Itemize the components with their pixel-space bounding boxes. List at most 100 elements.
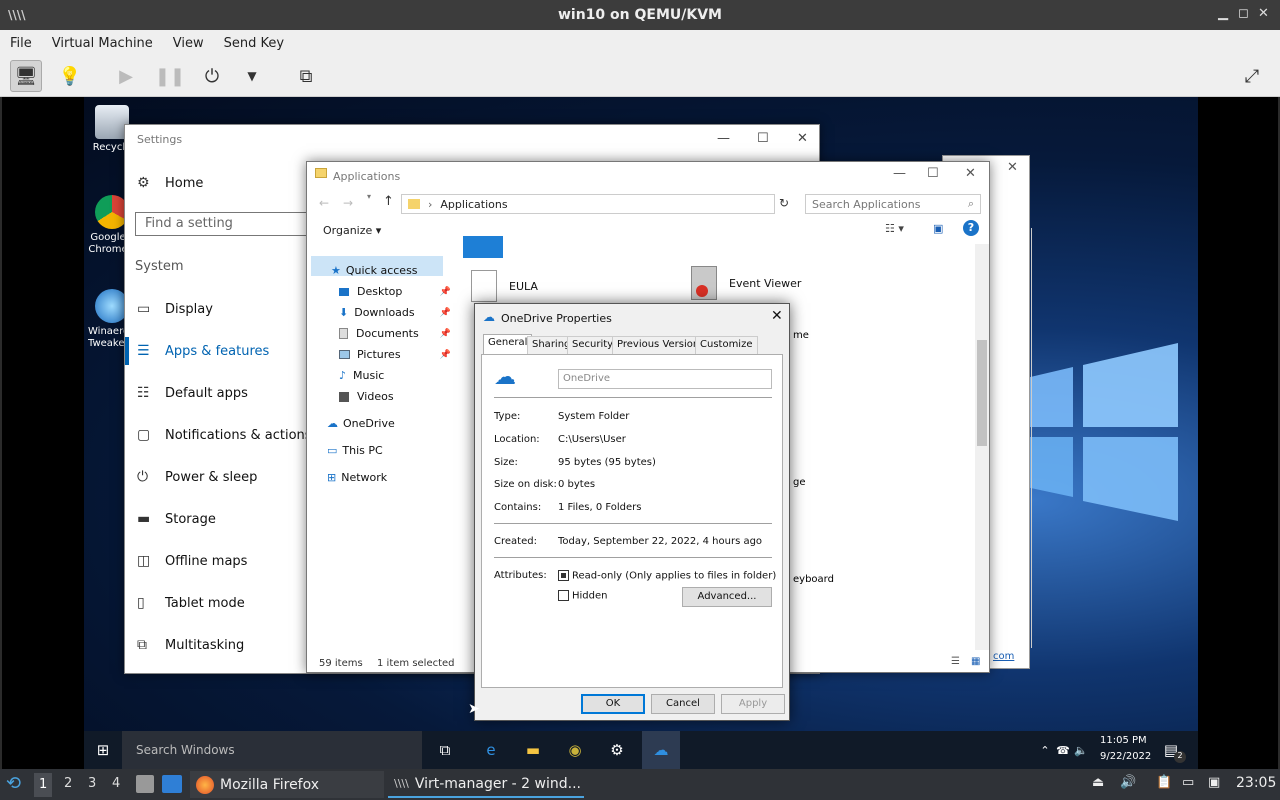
settings-item-notifications[interactable]: ▢ Notifications & actions (137, 427, 312, 443)
volume-icon[interactable]: 🔈 (1070, 739, 1092, 761)
menu-virtual-machine[interactable]: Virtual Machine (42, 36, 163, 51)
workspace-2[interactable]: 2 (64, 776, 72, 791)
recent-dropdown-icon[interactable]: ▾ (367, 192, 371, 201)
close-icon[interactable]: ✕ (1007, 160, 1018, 175)
refresh-icon[interactable]: ↻ (779, 196, 789, 210)
organize-button[interactable]: Organize ▾ (323, 224, 381, 237)
up-icon[interactable]: ↑ (383, 194, 394, 209)
guest-date[interactable]: 9/22/2022 (1100, 751, 1151, 762)
desktop-icon[interactable] (162, 775, 182, 793)
maximize-icon[interactable]: ☐ (757, 131, 769, 146)
eject-icon[interactable]: ⏏ (1092, 775, 1104, 790)
file-item-eula[interactable]: EULA (471, 270, 538, 302)
snapshots-icon[interactable]: ⧉ (290, 60, 322, 92)
file-manager-icon[interactable] (136, 775, 154, 793)
onedrive-taskbar-icon[interactable]: ☁ (642, 731, 680, 769)
winaero-icon[interactable]: ◉ (564, 739, 586, 761)
console-icon[interactable]: 🖥 (10, 60, 42, 92)
settings-item-default-apps[interactable]: ☷ Default apps (137, 385, 248, 401)
apply-button[interactable]: Apply (721, 694, 785, 714)
menu-file[interactable]: File (0, 36, 42, 51)
nav-this-pc[interactable]: ▭ This PC (313, 440, 451, 461)
menu-send-key[interactable]: Send Key (214, 36, 294, 51)
fullscreen-icon[interactable]: ⤢ (1236, 60, 1268, 92)
search-input[interactable]: Search Applications ⌕ (805, 194, 981, 214)
maximize-icon[interactable]: ◻ (1238, 6, 1249, 21)
address-bar[interactable]: › Applications (401, 194, 775, 214)
file-item-event-viewer[interactable]: Event Viewer (691, 266, 801, 300)
name-field[interactable]: OneDrive (558, 369, 772, 389)
network-icon[interactable]: ▣ (1208, 775, 1220, 790)
cancel-button[interactable]: Cancel (651, 694, 715, 714)
close-icon[interactable]: ✕ (1258, 6, 1269, 21)
advanced-button[interactable]: Advanced... (682, 587, 772, 607)
workspace-4[interactable]: 4 (112, 776, 120, 791)
tab-customize[interactable]: Customize (695, 336, 758, 354)
hidden-checkbox[interactable]: Hidden (558, 590, 607, 602)
nav-downloads[interactable]: ⬇ Downloads 📌 (313, 302, 451, 323)
nav-network[interactable]: ⊞ Network (313, 467, 451, 488)
ok-button[interactable]: OK (581, 694, 645, 714)
find-setting-input[interactable]: Find a setting (135, 212, 315, 236)
nav-music[interactable]: ♪ Music (313, 365, 451, 386)
details-view-icon[interactable]: ☰ (951, 656, 960, 667)
start-menu-icon[interactable]: ⟲ (6, 773, 21, 794)
guest-time[interactable]: 11:05 PM (1100, 735, 1147, 746)
guest-display[interactable]: Recycle Google Chrome Winaero Tweaker ✕ … (2, 97, 1278, 769)
back-icon[interactable]: ← (319, 196, 329, 210)
details-bulb-icon[interactable]: 💡 (54, 60, 86, 92)
minimize-icon[interactable]: ▁ (1218, 6, 1228, 21)
close-icon[interactable]: ✕ (771, 308, 783, 324)
volume-icon[interactable]: 🔊 (1120, 775, 1136, 790)
clipboard-icon[interactable]: 📋 (1156, 775, 1172, 790)
settings-item-power[interactable]: ⏻ Power & sleep (137, 469, 257, 485)
power-dropdown-icon[interactable]: ▼ (236, 60, 268, 92)
taskbar-virt-manager[interactable]: \\\\ Virt-manager - 2 wind... (388, 771, 584, 798)
preview-pane-icon[interactable]: ▣ (933, 222, 943, 235)
power-icon[interactable]: ⏻ (196, 60, 228, 92)
nav-videos[interactable]: Videos (313, 386, 451, 407)
settings-item-offline-maps[interactable]: ◫ Offline maps (137, 553, 247, 569)
onedrive-properties-dialog[interactable]: ☁ OneDrive Properties ✕ General Sharing … (474, 303, 790, 721)
tab-general[interactable]: General (483, 334, 533, 355)
settings-item-multitasking[interactable]: ⧉ Multitasking (137, 637, 244, 653)
nav-onedrive[interactable]: ☁ OneDrive (313, 413, 451, 434)
settings-home[interactable]: ⚙ Home (137, 175, 203, 191)
settings-item-tablet-mode[interactable]: ▯ Tablet mode (137, 595, 245, 611)
readonly-checkbox[interactable]: Read-only (Only applies to files in fold… (558, 570, 776, 582)
settings-item-apps-features[interactable]: ☰ Apps & features (137, 343, 269, 359)
settings-gear-icon[interactable]: ⚙ (606, 739, 628, 761)
large-icons-view-icon[interactable]: ▦ (971, 656, 980, 667)
nav-quick-access[interactable]: ★ Quick access (313, 260, 451, 281)
run-icon[interactable]: ▶ (110, 60, 142, 92)
minimize-icon[interactable]: — (717, 131, 730, 146)
menu-view[interactable]: View (163, 36, 214, 51)
help-icon[interactable]: ? (963, 220, 979, 236)
scrollbar[interactable] (975, 244, 989, 650)
tab-security[interactable]: Security (567, 336, 619, 354)
view-options-icon[interactable]: ☷ ▾ (885, 222, 904, 235)
display-icon[interactable]: ▭ (1182, 775, 1194, 790)
close-icon[interactable]: ✕ (965, 166, 976, 181)
minimize-icon[interactable]: — (893, 166, 906, 181)
nav-pictures[interactable]: Pictures 📌 (313, 344, 451, 365)
taskbar-firefox[interactable]: Mozilla Firefox (190, 771, 384, 798)
cloud-icon: ☁ (327, 417, 338, 430)
pause-icon[interactable]: ❚❚ (154, 60, 186, 92)
link-text[interactable]: com (993, 651, 1014, 662)
windows-start-icon[interactable]: ⊞ (92, 739, 114, 761)
settings-item-storage[interactable]: ▬ Storage (137, 511, 216, 527)
forward-icon[interactable]: → (343, 196, 353, 210)
task-view-icon[interactable]: ⧉ (434, 739, 456, 761)
guest-search-box[interactable]: Search Windows (122, 731, 422, 769)
workspace-3[interactable]: 3 (88, 776, 96, 791)
clock[interactable]: 23:05 (1236, 775, 1276, 791)
settings-item-display[interactable]: ▭ Display (137, 301, 213, 317)
file-explorer-icon[interactable]: ▬ (522, 739, 544, 761)
close-icon[interactable]: ✕ (797, 131, 808, 146)
maximize-icon[interactable]: ☐ (927, 166, 939, 181)
edge-icon[interactable]: e (480, 739, 502, 761)
workspace-1[interactable]: 1 (34, 773, 53, 797)
nav-documents[interactable]: Documents 📌 (313, 323, 451, 344)
nav-desktop[interactable]: Desktop 📌 (313, 281, 451, 302)
